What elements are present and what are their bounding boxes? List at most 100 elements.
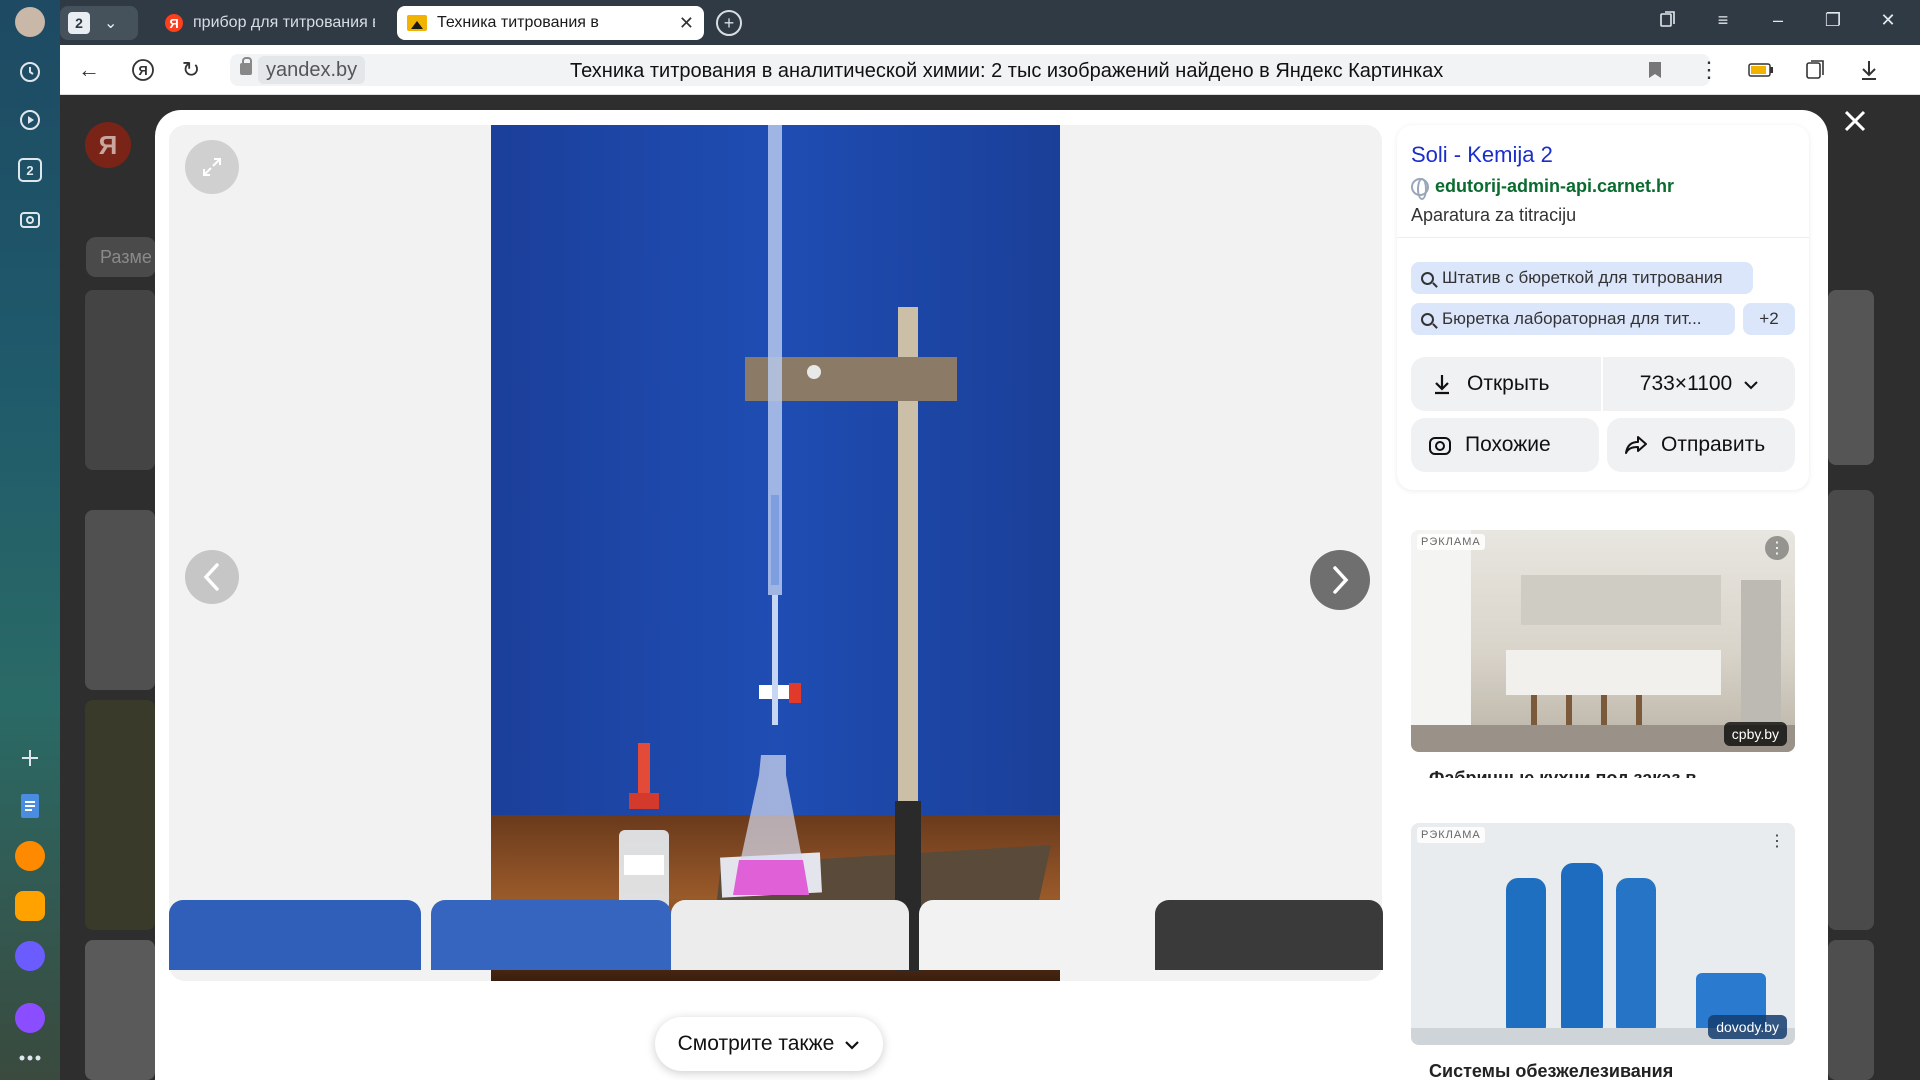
related-thumbnail[interactable]	[431, 900, 671, 970]
page-title: Техника титрования в аналитической химии…	[570, 60, 1444, 82]
more-vertical-icon[interactable]: ⋮	[1765, 536, 1789, 560]
url-host[interactable]: yandex.by	[258, 56, 366, 84]
alice-icon[interactable]	[14, 1002, 46, 1034]
related-search-tag[interactable]: Бюретка лабораторная для тит...	[1411, 303, 1735, 335]
previous-image-button[interactable]	[185, 550, 239, 604]
mail-icon[interactable]	[14, 890, 46, 922]
fullscreen-button[interactable]	[185, 140, 239, 194]
source-domain[interactable]: edutorij-admin-api.carnet.hr	[1411, 176, 1675, 200]
size-filter-chip: Разме	[86, 237, 156, 277]
ad-text[interactable]: Системы обезжелезивания	[1429, 1059, 1759, 1080]
play-icon[interactable]	[14, 104, 46, 136]
see-also-button[interactable]: Смотрите также	[655, 1017, 883, 1071]
plus-icon[interactable]	[14, 742, 46, 774]
share-button[interactable]: Отправить	[1607, 418, 1795, 472]
share-label: Отправить	[1661, 433, 1766, 456]
ad-brand-text: dovody.by	[1716, 1019, 1779, 1035]
site-favicon-icon	[1411, 177, 1429, 200]
battery-icon[interactable]	[1746, 55, 1776, 85]
close-window-button[interactable]: ✕	[1875, 10, 1901, 31]
yandex-logo: Я	[85, 122, 131, 168]
profile-avatar[interactable]	[14, 6, 46, 38]
tabs-icon[interactable]: 2	[14, 154, 46, 186]
ad-text[interactable]: Фабричные кухни под заказ в Барановичах …	[1429, 766, 1719, 778]
document-icon[interactable]	[14, 790, 46, 822]
background-thumbnail	[85, 510, 155, 690]
more-icon[interactable]	[14, 1042, 46, 1074]
download-icon	[1429, 371, 1455, 397]
image-viewer	[169, 125, 1382, 981]
background-thumbnail	[85, 940, 155, 1080]
camera-search-icon	[1427, 432, 1453, 458]
image-size-select[interactable]: 733×1100	[1603, 357, 1795, 411]
menu-icon[interactable]: ≡	[1710, 10, 1736, 31]
source-card: Soli - Kemija 2 edutorij-admin-api.carne…	[1397, 125, 1809, 490]
open-image-button[interactable]: Открыть	[1411, 357, 1601, 411]
url-field[interactable]: yandex.by Техника титрования в аналитиче…	[230, 54, 1710, 86]
see-also-label: Смотрите также	[677, 1032, 835, 1055]
bookmarks-panel-icon[interactable]	[1655, 10, 1681, 33]
similar-images-button[interactable]: Похожие	[1411, 418, 1599, 472]
search-icon	[1421, 312, 1434, 326]
tag-label: Бюретка лабораторная для тит...	[1442, 309, 1702, 328]
back-button[interactable]: ←	[74, 55, 104, 85]
ad-card[interactable]: РЭКЛАМА ⋮ cpby.by Фабричные кухни под за…	[1397, 530, 1809, 778]
images-favicon-icon	[407, 15, 427, 31]
more-tags-button[interactable]: +2	[1743, 303, 1795, 335]
messenger-icon[interactable]	[14, 940, 46, 972]
bookmark-icon[interactable]	[1640, 55, 1670, 85]
next-image-button[interactable]	[1310, 550, 1370, 610]
image-size-value: 733×1100	[1639, 372, 1733, 395]
restore-button[interactable]: ❐	[1820, 10, 1846, 31]
tag-label: Штатив с бюреткой для титрования	[1442, 268, 1723, 287]
collections-icon[interactable]	[1800, 55, 1830, 85]
tab-strip: 2 ⌄ Я прибор для титрования в Техника ти…	[60, 0, 1920, 45]
more-vertical-icon[interactable]: ⋮	[1694, 55, 1724, 85]
related-thumbnail[interactable]	[671, 900, 909, 970]
ad-image[interactable]: РЭКЛАМА ⋮ dovody.by	[1411, 823, 1795, 1045]
app-orange-icon[interactable]	[14, 840, 46, 872]
chevron-down-icon	[1744, 372, 1758, 396]
ad-brand: cpby.by	[1723, 722, 1787, 746]
new-tab-button[interactable]: +	[716, 10, 742, 36]
minimize-button[interactable]: –	[1765, 10, 1791, 31]
tab-count: 2	[68, 12, 90, 34]
clock-icon[interactable]	[14, 56, 46, 88]
background-thumbnail	[85, 290, 155, 470]
open-label: Открыть	[1467, 372, 1550, 395]
reload-button[interactable]: ↻	[176, 55, 206, 85]
arrow-right-icon[interactable]: →	[1755, 768, 1789, 778]
tab-title: Техника титрования в	[437, 14, 599, 31]
background-thumbnail	[1828, 940, 1874, 1080]
main-image[interactable]	[491, 125, 1060, 981]
ad-label: РЭКЛАМА	[1417, 827, 1485, 843]
background-thumbnail	[85, 700, 155, 930]
ad-image[interactable]: РЭКЛАМА ⋮ cpby.by	[1411, 530, 1795, 752]
related-search-tag[interactable]: Штатив с бюреткой для титрования	[1411, 262, 1753, 294]
background-thumbnail	[1828, 490, 1874, 930]
related-thumbnail[interactable]	[1155, 900, 1383, 970]
screenshot-icon[interactable]	[14, 204, 46, 236]
yandex-home-button[interactable]: Я	[128, 55, 158, 85]
search-icon	[1421, 271, 1434, 285]
ad-card[interactable]: РЭКЛАМА ⋮ dovody.by Системы обезжелезива…	[1397, 823, 1809, 1080]
more-vertical-icon[interactable]: ⋮	[1765, 829, 1789, 853]
related-thumbnail[interactable]	[919, 900, 1145, 970]
tab-titration-device[interactable]: Я прибор для титрования в	[155, 6, 385, 40]
chevron-down-icon: ⌄	[104, 15, 118, 32]
related-thumbnail[interactable]	[169, 900, 421, 970]
source-domain-text: edutorij-admin-api.carnet.hr	[1435, 176, 1675, 196]
download-icon[interactable]	[1854, 55, 1884, 85]
ad-brand-text: cpby.by	[1731, 726, 1779, 742]
similar-label: Похожие	[1465, 433, 1551, 456]
background-thumbnail	[1828, 290, 1874, 465]
source-title-link[interactable]: Soli - Kemija 2	[1411, 142, 1553, 168]
tab-titration-technique[interactable]: Техника титрования в ✕	[397, 6, 704, 40]
tab-title: прибор для титрования в	[193, 14, 375, 31]
close-modal-button[interactable]	[1838, 104, 1872, 138]
close-tab-icon[interactable]: ✕	[679, 13, 694, 34]
browser-sidebar: 2	[0, 0, 60, 1080]
more-tags-count: +2	[1759, 309, 1779, 328]
ad-brand: dovody.by	[1708, 1015, 1787, 1039]
tab-count-button[interactable]: 2 ⌄	[60, 6, 138, 40]
